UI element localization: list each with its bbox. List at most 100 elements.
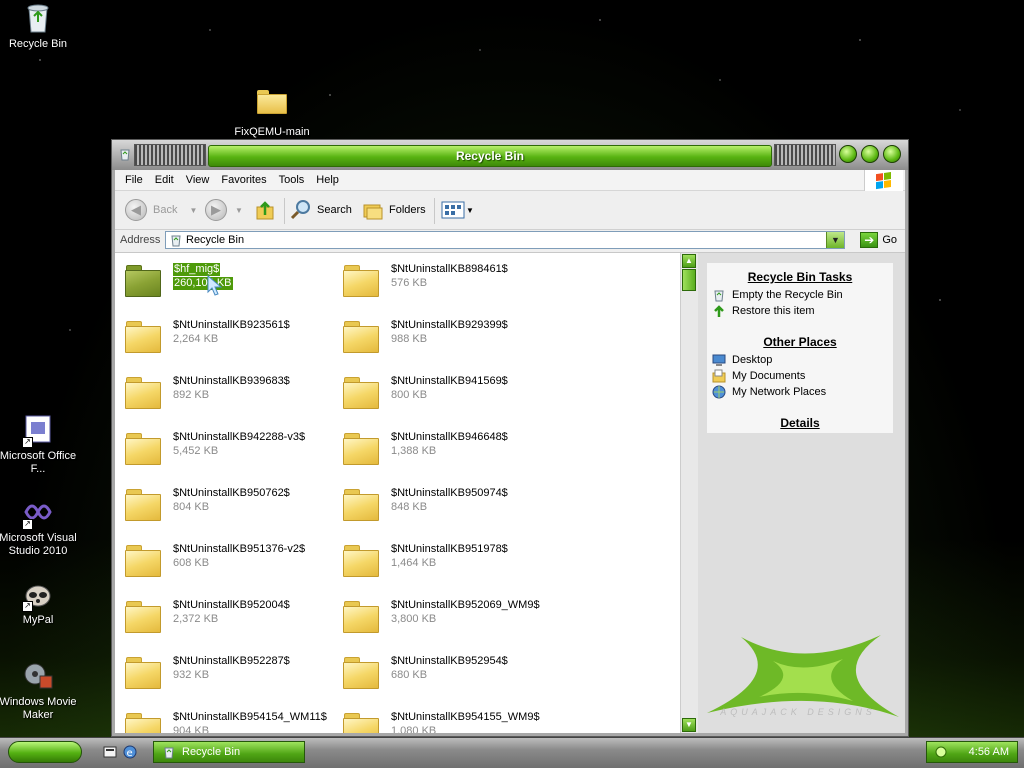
go-button[interactable]: ➔ Go	[860, 232, 897, 248]
menu-tools[interactable]: Tools	[273, 170, 311, 190]
details-heading[interactable]: Details	[707, 416, 893, 430]
address-label: Address	[120, 234, 161, 246]
menu-help[interactable]: Help	[310, 170, 345, 190]
desktop-icon-label: Microsoft Office F...	[0, 450, 77, 475]
up-folder-button[interactable]	[255, 198, 277, 222]
back-label: Back	[153, 204, 178, 216]
file-item[interactable]: $NtUninstallKB952069_WM9$ 3,800 KB	[333, 593, 543, 637]
desktop-icon-label: Microsoft Visual Studio 2010	[0, 532, 77, 557]
folders-label: Folders	[389, 204, 426, 216]
start-button[interactable]	[8, 741, 82, 763]
file-item[interactable]: $NtUninstallKB923561$ 2,264 KB	[115, 313, 325, 357]
task-pane: Recycle Bin Tasks Empty the Recycle Bin …	[698, 253, 905, 733]
show-desktop-icon[interactable]	[103, 745, 117, 759]
chevron-down-icon: ▼	[235, 205, 243, 215]
network-globe-icon	[712, 385, 726, 399]
address-input[interactable]: Recycle Bin ▼	[165, 231, 845, 249]
clock[interactable]: 4:56 AM	[969, 746, 1009, 758]
folder-icon	[343, 543, 379, 577]
desktop-link[interactable]: Desktop	[712, 353, 772, 367]
menu-view[interactable]: View	[180, 170, 216, 190]
file-item[interactable]: $NtUninstallKB941569$ 800 KB	[333, 369, 543, 413]
office-icon: ↗	[22, 414, 54, 448]
restore-item-link[interactable]: Restore this item	[712, 304, 815, 318]
menu-edit[interactable]: Edit	[149, 170, 180, 190]
desktop-icon-label: Recycle Bin	[8, 38, 68, 50]
forward-arrow-icon: ▶	[205, 199, 227, 221]
documents-folder-icon	[712, 369, 726, 383]
address-value: Recycle Bin	[186, 234, 245, 246]
internet-explorer-icon[interactable]: e	[123, 745, 137, 759]
address-dropdown-button[interactable]: ▼	[826, 232, 844, 248]
file-item[interactable]: $NtUninstallKB950974$ 848 KB	[333, 481, 543, 525]
folder-icon	[125, 431, 161, 465]
search-icon	[290, 200, 310, 220]
file-item[interactable]: $NtUninstallKB954154_WM11$ 904 KB	[115, 705, 327, 733]
file-name: $NtUninstallKB952004$	[173, 599, 290, 611]
desktop-icon-office[interactable]: ↗ Microsoft Office F...	[0, 414, 80, 476]
title-bar[interactable]: Recycle Bin	[112, 140, 908, 170]
file-item[interactable]: $NtUninstallKB950762$ 804 KB	[115, 481, 325, 525]
empty-recycle-bin-link[interactable]: Empty the Recycle Bin	[712, 288, 843, 302]
maximize-button[interactable]	[861, 145, 879, 163]
file-list: $hf_mig$ 260,104 KB $NtUninstallKB898461…	[115, 253, 680, 733]
forward-button[interactable]: ▶ ▼	[205, 198, 243, 222]
other-places-heading[interactable]: Other Places	[707, 335, 893, 349]
go-arrow-icon: ➔	[860, 232, 879, 248]
taskbar-button-label: Recycle Bin	[182, 746, 241, 758]
close-button[interactable]	[883, 145, 901, 163]
file-item[interactable]: $NtUninstallKB939683$ 892 KB	[115, 369, 325, 413]
minimize-button[interactable]	[839, 145, 857, 163]
file-item[interactable]: $NtUninstallKB954155_WM9$ 1,080 KB	[333, 705, 543, 733]
desktop-icon-mypal[interactable]: ↗ MyPal	[0, 578, 80, 627]
folder-icon	[343, 319, 379, 353]
scroll-down-button[interactable]: ▼	[682, 718, 696, 732]
my-documents-link[interactable]: My Documents	[712, 369, 805, 383]
tray-icon[interactable]	[935, 746, 947, 758]
chevron-down-icon: ▼	[189, 205, 198, 215]
desktop-icon-recycle-bin[interactable]: Recycle Bin	[0, 2, 80, 51]
file-item[interactable]: $NtUninstallKB898461$ 576 KB	[333, 257, 543, 301]
file-item[interactable]: $NtUninstallKB951376-v2$ 608 KB	[115, 537, 325, 581]
file-item[interactable]: $NtUninstallKB952004$ 2,372 KB	[115, 593, 325, 637]
file-size: 904 KB	[173, 725, 210, 733]
back-button[interactable]: ◀ Back ▼	[125, 198, 197, 222]
scroll-up-button[interactable]: ▲	[682, 254, 696, 268]
desktop-icon-movie-maker[interactable]: Windows Movie Maker	[0, 660, 80, 722]
file-item[interactable]: $NtUninstallKB952287$ 932 KB	[115, 649, 325, 693]
file-size: 848 KB	[391, 501, 428, 513]
search-button[interactable]: Search	[290, 198, 352, 222]
shortcut-arrow-icon: ↗	[22, 601, 33, 612]
menu-file[interactable]: File	[119, 170, 149, 190]
task-link-label: My Network Places	[732, 386, 827, 398]
folder-icon	[343, 263, 379, 297]
task-panel: Recycle Bin Tasks Empty the Recycle Bin …	[707, 263, 893, 433]
folders-button[interactable]: Folders	[362, 198, 426, 222]
views-button[interactable]: ▼	[441, 198, 474, 222]
restore-arrow-icon	[714, 305, 724, 317]
vertical-scrollbar[interactable]: ▲ ▼	[680, 253, 698, 733]
search-label: Search	[317, 204, 352, 216]
title-grip	[134, 144, 206, 166]
scroll-thumb[interactable]	[682, 269, 696, 291]
shortcut-arrow-icon: ↗	[22, 437, 33, 448]
file-name: $NtUninstallKB954154_WM11$	[173, 711, 327, 723]
file-item[interactable]: $NtUninstallKB942288-v3$ 5,452 KB	[115, 425, 325, 469]
file-item[interactable]: $NtUninstallKB929399$ 988 KB	[333, 313, 543, 357]
file-size: 260,104 KB	[173, 277, 233, 290]
recycle-bin-icon	[118, 147, 132, 161]
file-item[interactable]: $hf_mig$ 260,104 KB	[115, 257, 325, 301]
recycle-bin-tasks-heading[interactable]: Recycle Bin Tasks	[707, 270, 893, 284]
file-item[interactable]: $NtUninstallKB952954$ 680 KB	[333, 649, 543, 693]
movie-maker-icon	[22, 660, 54, 692]
file-item[interactable]: $NtUninstallKB946648$ 1,388 KB	[333, 425, 543, 469]
address-bar: Address Recycle Bin ▼ ➔ Go	[115, 230, 905, 253]
desktop-icon-fixqemu[interactable]: FixQEMU-main	[230, 86, 314, 139]
file-size: 988 KB	[391, 333, 428, 345]
my-network-places-link[interactable]: My Network Places	[712, 385, 826, 399]
file-item[interactable]: $NtUninstallKB951978$ 1,464 KB	[333, 537, 543, 581]
taskbar-button-recycle-bin[interactable]: Recycle Bin	[153, 741, 305, 763]
desktop-icon-visual-studio[interactable]: ↗ Microsoft Visual Studio 2010	[0, 496, 80, 558]
menu-favorites[interactable]: Favorites	[215, 170, 272, 190]
system-tray: 4:56 AM	[926, 741, 1018, 763]
